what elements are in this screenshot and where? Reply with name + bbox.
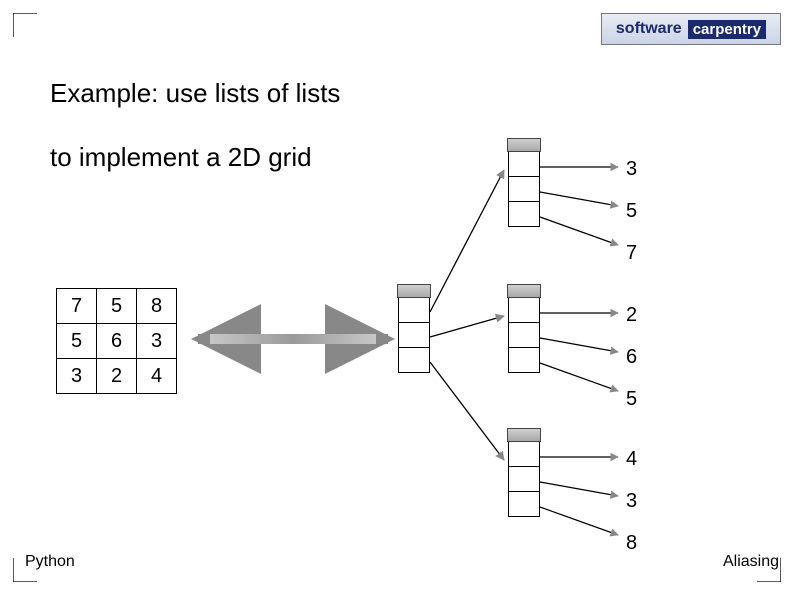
- list-cell: [508, 492, 540, 517]
- inner-list-1-values: 2 6 5: [626, 304, 637, 411]
- grid-cell: 4: [137, 359, 177, 394]
- inner-list-0-box: [508, 138, 540, 228]
- inner-list-2-values: 4 3 8: [626, 448, 637, 555]
- list-header-icon: [507, 284, 541, 298]
- slide-title: Example: use lists of lists: [50, 78, 340, 109]
- value: 3: [626, 490, 637, 513]
- value: 7: [626, 242, 637, 265]
- footer-right: Aliasing: [723, 553, 779, 571]
- table-row: 3 2 4: [57, 359, 177, 394]
- logo-word-1: software: [616, 20, 682, 38]
- list-cell: [508, 298, 540, 323]
- grid-cell: 3: [137, 324, 177, 359]
- footer-left: Python: [25, 553, 75, 571]
- 2d-grid-table: 7 5 8 5 6 3 3 2 4: [56, 288, 177, 394]
- table-row: 7 5 8: [57, 289, 177, 324]
- inner-list-1-box: [508, 284, 540, 374]
- list-cell: [508, 467, 540, 492]
- list-cell: [508, 202, 540, 227]
- value: 2: [626, 304, 637, 327]
- inner-list-2-box: [508, 428, 540, 518]
- value: 8: [626, 532, 637, 555]
- value: 3: [626, 158, 637, 181]
- list-cell: [398, 348, 430, 373]
- list-cell: [508, 442, 540, 467]
- inner-list-0-values: 3 5 7: [626, 158, 637, 265]
- grid-cell: 2: [97, 359, 137, 394]
- list-header-icon: [507, 138, 541, 152]
- grid-cell: 6: [97, 324, 137, 359]
- grid-cell: 3: [57, 359, 97, 394]
- value: 4: [626, 448, 637, 471]
- value: 5: [626, 388, 637, 411]
- table-row: 5 6 3: [57, 324, 177, 359]
- slide-subtitle: to implement a 2D grid: [50, 142, 312, 173]
- outer-list-box: [398, 284, 430, 374]
- list-cell: [508, 323, 540, 348]
- grid-cell: 5: [97, 289, 137, 324]
- grid-cell: 5: [57, 324, 97, 359]
- list-cell: [398, 298, 430, 323]
- logo-word-2: carpentry: [688, 20, 766, 39]
- list-cell: [508, 348, 540, 373]
- grid-cell: 8: [137, 289, 177, 324]
- list-cell: [508, 152, 540, 177]
- value: 6: [626, 346, 637, 369]
- grid-cell: 7: [57, 289, 97, 324]
- list-header-icon: [397, 284, 431, 298]
- list-cell: [508, 177, 540, 202]
- value: 5: [626, 200, 637, 223]
- software-carpentry-logo: software carpentry: [601, 13, 781, 45]
- list-cell: [398, 323, 430, 348]
- list-header-icon: [507, 428, 541, 442]
